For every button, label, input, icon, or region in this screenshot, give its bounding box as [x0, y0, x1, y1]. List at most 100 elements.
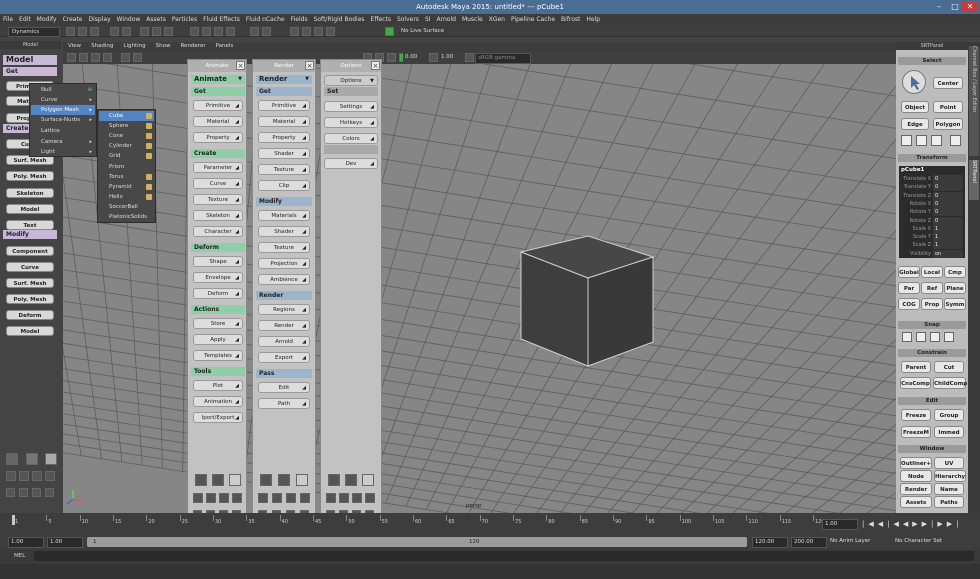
- lighting-menu[interactable]: Lighting: [118, 42, 150, 51]
- view-menu[interactable]: View: [63, 42, 86, 51]
- live-surface-field[interactable]: No Live Surface: [398, 27, 448, 35]
- render-ambience-button[interactable]: Ambience ◢: [258, 274, 310, 285]
- local-button[interactable]: Local: [921, 266, 943, 278]
- film-gate-icon[interactable]: [133, 53, 142, 62]
- snap-grid-icon[interactable]: [190, 27, 199, 36]
- snap-point-button-icon[interactable]: [902, 332, 912, 342]
- par-button[interactable]: Par: [898, 282, 920, 294]
- color-mgmt-icon[interactable]: [465, 53, 474, 62]
- current-frame-field[interactable]: 1.00: [822, 519, 858, 530]
- animate-property-button[interactable]: Property ◢: [193, 132, 243, 143]
- modify-surf-mesh-button[interactable]: Surf. Mesh: [6, 278, 54, 288]
- render-clip-button[interactable]: Clip ◢: [258, 180, 310, 191]
- modify-model-button[interactable]: Model: [6, 326, 54, 336]
- anim-grid-a-icon[interactable]: [193, 493, 203, 503]
- render-mode-select[interactable]: Render ▼: [256, 75, 312, 84]
- menu-item-curve[interactable]: Curve ▸: [31, 95, 95, 105]
- playback-controls[interactable]: |◀◀|◀◀▶▶|▶▶|: [862, 520, 980, 530]
- anim-start-field[interactable]: 1.00: [47, 537, 83, 548]
- animate-iport-export-button[interactable]: Iport/Export ◢: [193, 412, 243, 423]
- channel-row[interactable]: Scale Y1: [899, 233, 965, 242]
- camera-icon[interactable]: [67, 53, 76, 62]
- render-export-button[interactable]: Export ◢: [258, 352, 310, 363]
- current-frame-marker[interactable]: [12, 515, 15, 525]
- dev-button[interactable]: Dev ◢: [324, 158, 378, 169]
- uv-button[interactable]: UV: [934, 457, 964, 469]
- symm-button[interactable]: Symm: [944, 298, 966, 310]
- channel-object-name[interactable]: pCube1: [901, 167, 924, 173]
- colors-button[interactable]: Colors ◢: [324, 133, 378, 144]
- history-icon[interactable]: [250, 27, 259, 36]
- menu-item-lattice[interactable]: Lattice: [31, 126, 95, 136]
- submenu-item-grid[interactable]: Grid: [99, 151, 154, 161]
- render-property-button[interactable]: Property ◢: [258, 132, 310, 143]
- opt-layout-icon[interactable]: [362, 474, 374, 486]
- create-poly-mesh-button[interactable]: Poly. Mesh: [6, 171, 54, 181]
- menu-item-null[interactable]: Null ⊕: [31, 85, 95, 95]
- color-space-field[interactable]: sRGB gamma: [475, 53, 531, 64]
- plane-button[interactable]: Plane: [944, 282, 966, 294]
- snap-curve-button-icon[interactable]: [930, 332, 940, 342]
- character-set-dropdown[interactable]: No Character Set: [895, 538, 942, 544]
- parent-button[interactable]: Parent: [901, 361, 931, 373]
- opt-grid-a-icon[interactable]: [326, 493, 336, 503]
- ref-button[interactable]: Ref: [921, 282, 943, 294]
- immed-button[interactable]: Immed: [934, 426, 964, 438]
- cnscomp-button[interactable]: CnsComp: [900, 377, 931, 389]
- select-hierarchy-icon[interactable]: [140, 27, 149, 36]
- layout-icon[interactable]: [45, 453, 57, 465]
- grid-a-icon[interactable]: [6, 471, 16, 481]
- submenu-item-torus[interactable]: Torus: [99, 172, 154, 182]
- cut-button[interactable]: Cut: [934, 361, 964, 373]
- render-materials-button[interactable]: Materials ◢: [258, 210, 310, 221]
- animate-animation-button[interactable]: Animation ◢: [193, 396, 243, 407]
- anim-grid-c-icon[interactable]: [219, 493, 229, 503]
- render-panel-close-icon[interactable]: ×: [305, 61, 314, 70]
- animate-character-button[interactable]: Character ◢: [193, 226, 243, 237]
- channel-row[interactable]: Rotate Y0: [899, 208, 965, 217]
- mode-dropdown[interactable]: Dynamics: [8, 27, 60, 37]
- submenu-item-cylinder[interactable]: Cylinder: [99, 141, 154, 151]
- channel-row[interactable]: Translate Z0: [899, 191, 965, 200]
- end-time-field[interactable]: 200.00: [791, 537, 827, 548]
- modify-deform-button[interactable]: Deform: [6, 310, 54, 320]
- bookmark-icon[interactable]: [91, 53, 100, 62]
- rotate-tool-icon[interactable]: [916, 135, 927, 146]
- menu-window[interactable]: Window: [114, 14, 144, 25]
- submenu-item-cube[interactable]: Cube: [99, 111, 154, 121]
- render-shade-icon[interactable]: [260, 474, 272, 486]
- render-view-icon[interactable]: [290, 27, 299, 36]
- object-button[interactable]: Object: [901, 101, 929, 113]
- render-arnold-button[interactable]: Arnold ◢: [258, 336, 310, 347]
- menu-fluid-ncache[interactable]: Fluid nCache: [243, 14, 288, 25]
- animate-curve-button[interactable]: Curve ◢: [193, 178, 243, 189]
- render-edit-button[interactable]: Edit ◢: [258, 382, 310, 393]
- animate-primitive-button[interactable]: Primitive ◢: [193, 100, 243, 111]
- render-texture-button[interactable]: Texture ◢: [258, 164, 310, 175]
- paths-button[interactable]: Paths: [934, 496, 964, 508]
- select-arrow-icon[interactable]: [902, 70, 926, 94]
- animate-store-button[interactable]: Store ◢: [193, 318, 243, 329]
- animate-texture-button[interactable]: Texture ◢: [193, 194, 243, 205]
- opt-checker-icon[interactable]: [345, 474, 357, 486]
- channel-row[interactable]: Translate Y0: [899, 183, 965, 192]
- name-button[interactable]: Name: [934, 483, 964, 495]
- save-scene-icon[interactable]: [90, 27, 99, 36]
- textured-icon[interactable]: [387, 53, 396, 62]
- render-regions-button[interactable]: Regions ◢: [258, 304, 310, 315]
- menu-pipeline-cache[interactable]: Pipeline Cache: [508, 14, 558, 25]
- opt-grid-c-icon[interactable]: [352, 493, 362, 503]
- snap-point-icon[interactable]: [214, 27, 223, 36]
- outliner-button[interactable]: Outliner+: [900, 457, 932, 469]
- snap-curve-icon[interactable]: [202, 27, 211, 36]
- submenu-item-prism[interactable]: Prism: [99, 162, 154, 172]
- channel-row[interactable]: Scale Z1: [899, 241, 965, 250]
- freeze-button[interactable]: Freeze: [901, 409, 931, 421]
- render-material-button[interactable]: Material ◢: [258, 116, 310, 127]
- hotkeys-button[interactable]: Hotkeys ◢: [324, 117, 378, 128]
- close-button[interactable]: ✕: [962, 2, 978, 12]
- animate-shape-button[interactable]: Shape ◢: [193, 256, 243, 267]
- render-primitive-button[interactable]: Primitive ◢: [258, 100, 310, 111]
- submenu-item-soccerball[interactable]: SoccerBall: [99, 202, 154, 212]
- undo-icon[interactable]: [110, 27, 119, 36]
